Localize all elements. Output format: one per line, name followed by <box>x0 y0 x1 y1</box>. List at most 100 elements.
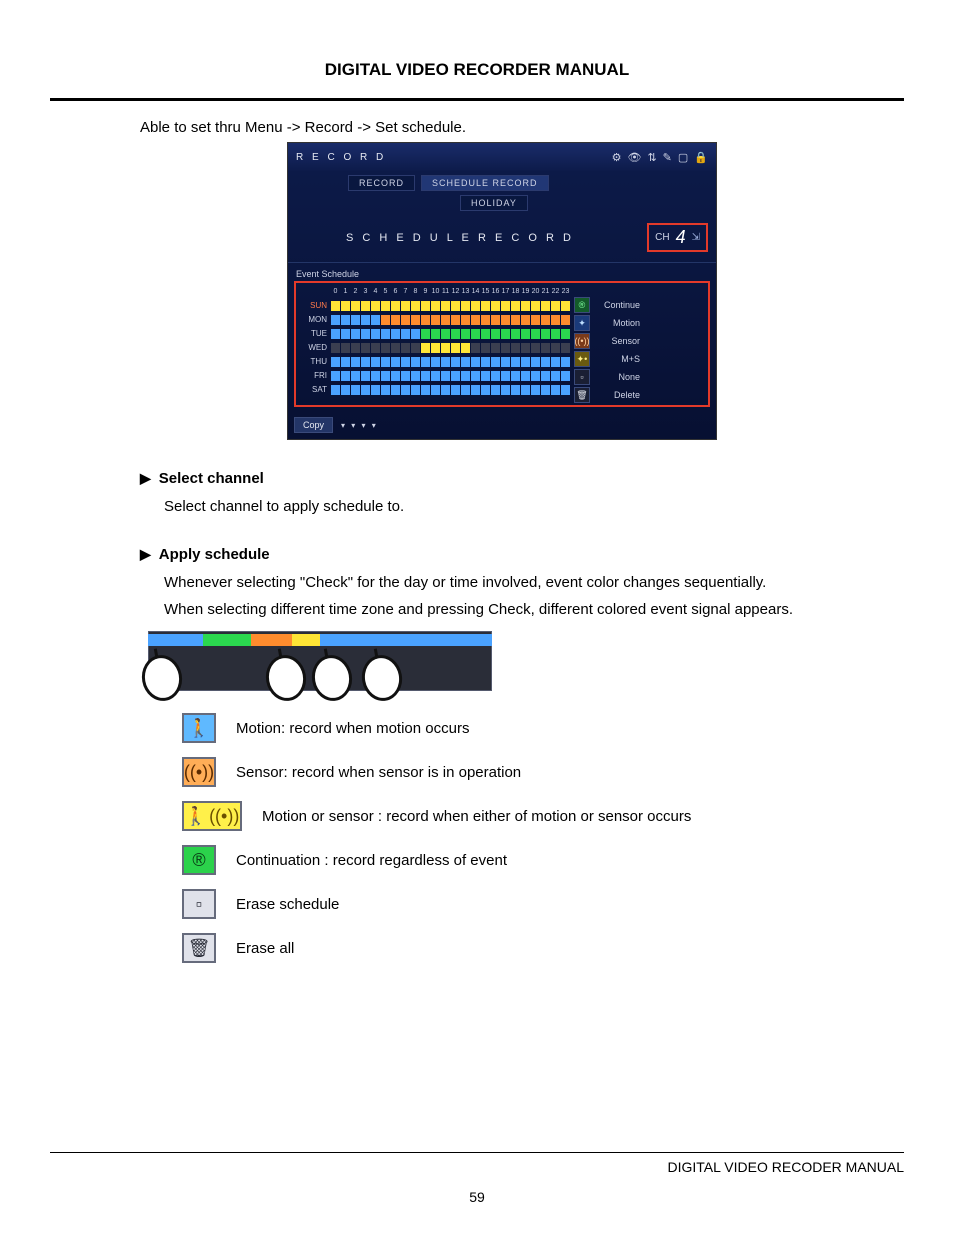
schedule-cell[interactable] <box>391 315 400 325</box>
schedule-cell[interactable] <box>451 371 460 381</box>
schedule-cell[interactable] <box>491 315 500 325</box>
tab-schedule-record[interactable]: SCHEDULE RECORD <box>421 175 549 191</box>
schedule-cell[interactable] <box>481 371 490 381</box>
schedule-cell[interactable] <box>331 329 340 339</box>
schedule-cell[interactable] <box>351 329 360 339</box>
schedule-cell[interactable] <box>461 343 470 353</box>
schedule-cell[interactable] <box>341 371 350 381</box>
schedule-cell[interactable] <box>481 315 490 325</box>
schedule-cell[interactable] <box>401 329 410 339</box>
schedule-cell[interactable] <box>541 329 550 339</box>
schedule-cell[interactable] <box>401 357 410 367</box>
schedule-cell[interactable] <box>551 371 560 381</box>
schedule-cell[interactable] <box>381 315 390 325</box>
schedule-cell[interactable] <box>351 371 360 381</box>
schedule-cell[interactable] <box>451 329 460 339</box>
schedule-cell[interactable] <box>411 385 420 395</box>
schedule-cell[interactable] <box>511 357 520 367</box>
schedule-cell[interactable] <box>371 385 380 395</box>
schedule-cell[interactable] <box>511 315 520 325</box>
schedule-cell[interactable] <box>421 301 430 311</box>
schedule-cell[interactable] <box>411 371 420 381</box>
schedule-cell[interactable] <box>521 343 530 353</box>
schedule-cell[interactable] <box>471 385 480 395</box>
continue-icon[interactable]: ® <box>574 297 590 313</box>
schedule-cell[interactable] <box>441 315 450 325</box>
schedule-cell[interactable] <box>521 357 530 367</box>
schedule-cell[interactable] <box>371 301 380 311</box>
schedule-cell[interactable] <box>491 385 500 395</box>
pencil-icon[interactable]: ✎ <box>663 151 672 164</box>
schedule-cell[interactable] <box>521 371 530 381</box>
tab-holiday[interactable]: HOLIDAY <box>460 195 528 211</box>
schedule-cell[interactable] <box>421 385 430 395</box>
schedule-cell[interactable] <box>381 357 390 367</box>
network-icon[interactable]: ⇅ <box>647 151 656 164</box>
schedule-cell[interactable] <box>341 357 350 367</box>
schedule-cell[interactable] <box>541 315 550 325</box>
schedule-cell[interactable] <box>501 385 510 395</box>
schedule-cell[interactable] <box>521 301 530 311</box>
schedule-cell[interactable] <box>451 315 460 325</box>
schedule-cell[interactable] <box>431 357 440 367</box>
sensor-mini-icon[interactable]: ((•)) <box>574 333 590 349</box>
schedule-cell[interactable] <box>351 315 360 325</box>
schedule-cell[interactable] <box>371 343 380 353</box>
schedule-cell[interactable] <box>331 315 340 325</box>
schedule-cell[interactable] <box>561 385 570 395</box>
schedule-cell[interactable] <box>381 301 390 311</box>
schedule-cell[interactable] <box>501 371 510 381</box>
schedule-cell[interactable] <box>431 371 440 381</box>
schedule-cell[interactable] <box>551 315 560 325</box>
eye-icon[interactable]: 👁 <box>627 151 641 164</box>
schedule-cell[interactable] <box>341 315 350 325</box>
schedule-cell[interactable] <box>521 315 530 325</box>
schedule-cell[interactable] <box>441 343 450 353</box>
schedule-cell[interactable] <box>481 357 490 367</box>
delete-mini-icon[interactable]: 🗑 <box>574 387 590 403</box>
schedule-cell[interactable] <box>541 301 550 311</box>
schedule-cell[interactable] <box>551 357 560 367</box>
schedule-cell[interactable] <box>491 343 500 353</box>
schedule-cell[interactable] <box>351 357 360 367</box>
schedule-cell[interactable] <box>331 357 340 367</box>
schedule-cell[interactable] <box>351 385 360 395</box>
schedule-cell[interactable] <box>531 371 540 381</box>
schedule-cell[interactable] <box>471 343 480 353</box>
schedule-cell[interactable] <box>441 357 450 367</box>
schedule-cell[interactable] <box>391 371 400 381</box>
schedule-cell[interactable] <box>441 385 450 395</box>
schedule-cell[interactable] <box>481 329 490 339</box>
schedule-cell[interactable] <box>471 329 480 339</box>
schedule-cell[interactable] <box>421 371 430 381</box>
schedule-cell[interactable] <box>451 357 460 367</box>
schedule-cell[interactable] <box>361 385 370 395</box>
schedule-cell[interactable] <box>361 343 370 353</box>
schedule-cell[interactable] <box>491 357 500 367</box>
schedule-cell[interactable] <box>461 329 470 339</box>
none-mini-icon[interactable]: ▫ <box>574 369 590 385</box>
schedule-cell[interactable] <box>531 385 540 395</box>
schedule-cell[interactable] <box>451 301 460 311</box>
schedule-cell[interactable] <box>421 357 430 367</box>
schedule-cell[interactable] <box>541 343 550 353</box>
schedule-cell[interactable] <box>561 329 570 339</box>
schedule-cell[interactable] <box>551 343 560 353</box>
schedule-cell[interactable] <box>431 315 440 325</box>
schedule-cell[interactable] <box>361 315 370 325</box>
schedule-cell[interactable] <box>471 315 480 325</box>
schedule-cell[interactable] <box>481 301 490 311</box>
schedule-cell[interactable] <box>491 329 500 339</box>
schedule-cell[interactable] <box>341 329 350 339</box>
schedule-cell[interactable] <box>551 385 560 395</box>
schedule-cell[interactable] <box>501 357 510 367</box>
schedule-cell[interactable] <box>451 343 460 353</box>
schedule-cell[interactable] <box>441 301 450 311</box>
schedule-cell[interactable] <box>411 329 420 339</box>
schedule-cell[interactable] <box>391 301 400 311</box>
schedule-cell[interactable] <box>471 357 480 367</box>
schedule-cell[interactable] <box>431 329 440 339</box>
schedule-cell[interactable] <box>361 357 370 367</box>
monitor-icon[interactable]: ▢ <box>678 151 688 164</box>
schedule-cell[interactable] <box>561 357 570 367</box>
